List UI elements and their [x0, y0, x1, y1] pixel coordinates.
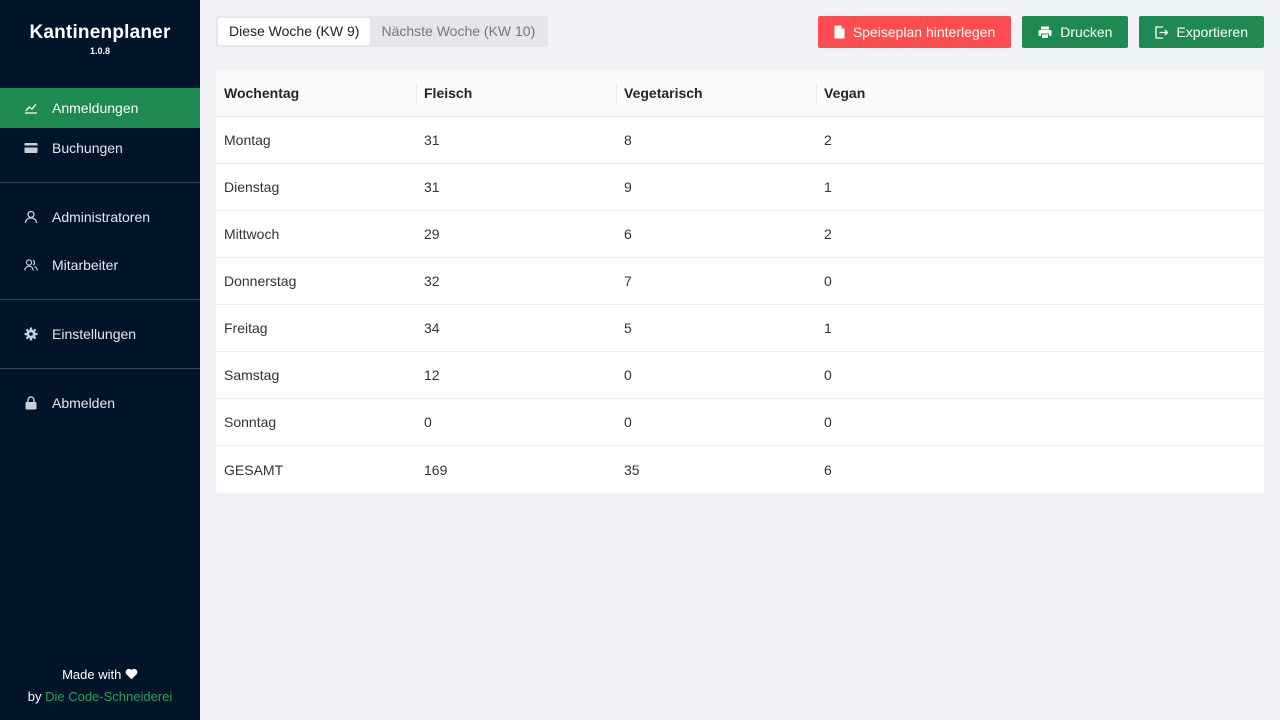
user-icon [24, 210, 38, 224]
cell-meat: 169 [424, 461, 448, 478]
nav-group-users: Administratoren Mitarbeiter [0, 183, 200, 285]
cell-vegetarian: 0 [624, 367, 632, 383]
cell-meat: 34 [424, 320, 440, 336]
cell-vegetarian: 7 [624, 273, 632, 289]
upload-menu-label: Speiseplan hinterlegen [852, 24, 996, 40]
tab-this-week[interactable]: Diese Woche (KW 9) [218, 18, 371, 45]
company-link[interactable]: Die Code-Schneiderei [45, 689, 172, 704]
cell-vegan: 1 [824, 179, 832, 195]
heart-icon [125, 665, 138, 686]
sidebar-item-einstellungen[interactable]: Einstellungen [0, 314, 200, 354]
cell-meat: 31 [424, 132, 440, 148]
registrations-table: Wochentag Fleisch Vegetarisch Vegan Mont… [216, 70, 1264, 493]
app-title: Kantinenplaner [29, 22, 171, 43]
file-icon [834, 25, 845, 39]
cell-vegetarian: 0 [624, 414, 632, 430]
export-button[interactable]: Exportieren [1139, 16, 1264, 48]
cell-meat: 12 [424, 367, 440, 383]
cell-weekday: Montag [224, 132, 271, 148]
sidebar-item-label: Administratoren [52, 209, 151, 225]
table-row: Sonntag 0 0 0 [216, 399, 1264, 446]
cell-vegetarian: 9 [624, 179, 632, 195]
cell-weekday: GESAMT [224, 461, 284, 478]
column-header-weekday[interactable]: Wochentag [216, 85, 416, 101]
cell-weekday: Sonntag [224, 414, 277, 430]
column-header-vegan[interactable]: Vegan [816, 83, 1016, 105]
sidebar-item-label: Mitarbeiter [52, 257, 119, 273]
cell-vegan: 0 [824, 367, 832, 383]
gear-icon [24, 327, 38, 341]
sidebar-item-administratoren[interactable]: Administratoren [0, 197, 200, 237]
table-row: Mittwoch 29 6 2 [216, 211, 1264, 258]
nav-group-logout: Abmelden [0, 369, 200, 423]
upload-menu-button[interactable]: Speiseplan hinterlegen [817, 16, 1012, 48]
sidebar-item-mitarbeiter[interactable]: Mitarbeiter [0, 245, 200, 285]
week-tabs: Diese Woche (KW 9) Nächste Woche (KW 10) [216, 16, 549, 47]
print-label: Drucken [1060, 24, 1113, 40]
table-row-total: GESAMT 169 35 6 [216, 446, 1264, 493]
credit-card-icon [24, 141, 38, 155]
sidebar-item-label: Abmelden [52, 395, 116, 411]
line-chart-icon [24, 101, 38, 115]
cell-meat: 29 [424, 226, 440, 242]
sidebar-item-label: Anmeldungen [52, 100, 139, 116]
table-row: Dienstag 31 9 1 [216, 164, 1264, 211]
cell-weekday: Dienstag [224, 179, 280, 195]
cell-vegan: 0 [824, 273, 832, 289]
cell-weekday: Samstag [224, 367, 280, 383]
by-text: by [27, 689, 42, 704]
sidebar-item-abmelden[interactable]: Abmelden [0, 383, 200, 423]
export-icon [1155, 25, 1169, 39]
export-label: Exportieren [1176, 24, 1248, 40]
sidebar-item-label: Einstellungen [52, 326, 137, 342]
cell-vegetarian: 6 [624, 226, 632, 242]
toolbar-actions: Speiseplan hinterlegen Drucken Exportier… [817, 16, 1264, 48]
sidebar-item-anmeldungen[interactable]: Anmeldungen [0, 88, 200, 128]
column-header-vegetarian[interactable]: Vegetarisch [616, 83, 816, 105]
sidebar: Kantinenplaner 1.0.8 Anmeldungen Buchung… [0, 0, 200, 720]
sidebar-item-buchungen[interactable]: Buchungen [0, 128, 200, 168]
cell-vegan: 1 [824, 320, 832, 336]
lock-icon [24, 396, 38, 410]
cell-vegan: 2 [824, 132, 832, 148]
cell-meat: 0 [424, 414, 432, 430]
made-with-text: Made with [62, 667, 122, 682]
sidebar-footer: Made with by Die Code-Schneiderei [0, 664, 200, 707]
nav-group-main: Anmeldungen Buchungen [0, 88, 200, 168]
cell-vegetarian: 5 [624, 320, 632, 336]
brand: Kantinenplaner 1.0.8 [0, 0, 200, 88]
cell-vegan: 2 [824, 226, 832, 242]
cell-weekday: Donnerstag [224, 273, 297, 289]
table-row: Samstag 12 0 0 [216, 352, 1264, 399]
table-header: Wochentag Fleisch Vegetarisch Vegan [216, 70, 1264, 117]
column-header-meat[interactable]: Fleisch [416, 83, 616, 105]
table-row: Donnerstag 32 7 0 [216, 258, 1264, 305]
cell-vegetarian: 35 [624, 461, 640, 478]
cell-weekday: Freitag [224, 320, 268, 336]
team-icon [24, 258, 38, 272]
sidebar-item-label: Buchungen [52, 140, 123, 156]
cell-vegan: 6 [824, 461, 832, 478]
cell-meat: 32 [424, 273, 440, 289]
cell-meat: 31 [424, 179, 440, 195]
app-version: 1.0.8 [89, 46, 111, 56]
cell-vegetarian: 8 [624, 132, 632, 148]
nav-group-settings: Einstellungen [0, 300, 200, 354]
cell-vegan: 0 [824, 414, 832, 430]
tab-next-week[interactable]: Nächste Woche (KW 10) [370, 18, 546, 45]
table-row: Montag 31 8 2 [216, 117, 1264, 164]
print-button[interactable]: Drucken [1022, 16, 1129, 48]
printer-icon [1038, 26, 1052, 39]
cell-weekday: Mittwoch [224, 226, 280, 242]
table-row: Freitag 34 5 1 [216, 305, 1264, 352]
